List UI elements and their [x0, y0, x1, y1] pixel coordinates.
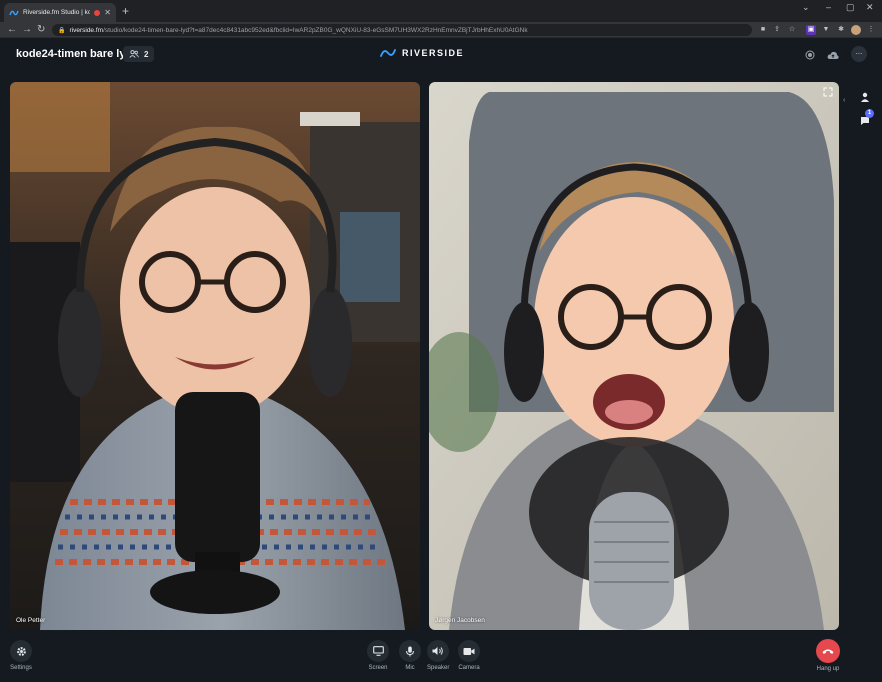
people-panel-button[interactable] — [856, 88, 874, 106]
screen-share-button[interactable]: Screen — [367, 640, 389, 671]
participant-video-feed — [429, 82, 839, 630]
hang-up-label: Hang up — [816, 666, 840, 672]
extension-icon[interactable]: ▣ — [806, 25, 816, 35]
mic-button[interactable]: Mic — [399, 640, 421, 671]
bookmark-star-icon[interactable]: ☆ — [787, 25, 797, 35]
studio-header: kode24-timen bare lyd 2 RIVERSIDE ... — [0, 38, 882, 72]
new-tab-button[interactable]: + — [122, 3, 129, 19]
browser-tab-strip: Riverside.fm Studio | kode24 ✕ + ⌄ – ▢ ✕ — [0, 0, 882, 22]
speaker-button[interactable]: Speaker — [427, 640, 449, 671]
forward-arrow-icon[interactable]: → — [22, 23, 32, 37]
address-url: riverside.fm/studio/kode24-timen-bare-ly… — [69, 27, 527, 34]
riverside-favicon-icon — [9, 8, 19, 18]
video-tile-guest[interactable]: Jørgen Jacobsen — [429, 82, 839, 630]
participants-button[interactable]: 2 — [123, 46, 155, 62]
hang-up-button[interactable]: Hang up — [816, 639, 840, 672]
tab-search-icon[interactable]: ⌄ — [802, 2, 810, 13]
settings-button-circle[interactable] — [10, 640, 32, 662]
extensions-puzzle-icon[interactable]: ✱ — [836, 25, 846, 35]
share-icon[interactable]: ⇪ — [772, 25, 782, 35]
lock-icon: 🔒 — [58, 27, 66, 34]
window-minimize-button[interactable]: – — [826, 2, 831, 12]
address-bar[interactable]: 🔒 riverside.fm/studio/kode24-timen-bare-… — [52, 24, 752, 36]
call-controls: Settings Screen Mic Speaker Camera Hang … — [0, 634, 882, 682]
mic-button-circle[interactable] — [399, 640, 421, 662]
camera-button-circle[interactable] — [458, 640, 480, 662]
hang-up-button-circle[interactable] — [816, 639, 840, 663]
riverside-logo: RIVERSIDE — [380, 48, 464, 58]
profile-avatar[interactable] — [851, 25, 861, 35]
tab-close-icon[interactable]: ✕ — [104, 8, 111, 17]
url-path: /studio/kode24-timen-bare-lyd?t=a87dec4c… — [103, 26, 528, 34]
camera-permission-icon[interactable]: ■ — [758, 25, 768, 35]
video-camera-icon — [463, 647, 475, 655]
window-close-button[interactable]: ✕ — [866, 2, 874, 13]
people-icon — [129, 50, 139, 58]
person-icon — [861, 92, 869, 102]
screen-label: Screen — [368, 665, 388, 671]
fullscreen-icon[interactable] — [823, 87, 833, 97]
monitor-icon — [372, 646, 384, 656]
screen-button-circle[interactable] — [367, 640, 389, 662]
camera-button[interactable]: Camera — [458, 640, 480, 671]
back-arrow-icon[interactable]: ← — [7, 23, 17, 37]
browser-tab-title: Riverside.fm Studio | kode24 — [23, 9, 91, 16]
browser-menu-icon[interactable]: ⋮ — [866, 25, 876, 35]
recording-indicator-icon — [94, 9, 101, 16]
reload-icon[interactable]: ↻ — [37, 23, 45, 37]
gear-icon — [16, 646, 26, 656]
logo-text: RIVERSIDE — [402, 48, 465, 58]
browser-tab[interactable]: Riverside.fm Studio | kode24 ✕ — [4, 3, 116, 22]
speaker-label: Speaker — [427, 665, 450, 671]
record-icon[interactable] — [803, 48, 817, 62]
microphone-icon — [406, 646, 414, 656]
participant-count: 2 — [144, 49, 149, 59]
speaker-button-circle[interactable] — [427, 640, 450, 662]
video-tile-host[interactable]: Ole Petter — [10, 82, 420, 630]
settings-button[interactable]: Settings — [10, 640, 32, 671]
browser-toolbar: ← → ↻ 🔒 riverside.fm/studio/kode24-timen… — [0, 22, 882, 38]
more-options-button[interactable]: ... — [851, 46, 867, 62]
extension-v-icon[interactable]: ▼ — [821, 25, 831, 35]
cloud-upload-icon[interactable] — [826, 48, 840, 62]
camera-label: Camera — [458, 665, 480, 671]
chat-unread-badge: 1 — [865, 109, 874, 118]
speaker-icon — [432, 647, 443, 655]
settings-label: Settings — [10, 665, 32, 671]
chat-panel-button[interactable]: 1 — [856, 109, 874, 130]
mic-label: Mic — [405, 665, 415, 671]
window-maximize-button[interactable]: ▢ — [846, 2, 855, 13]
participant-name-label: Jørgen Jacobsen — [435, 617, 485, 624]
room-title: kode24-timen bare lyd — [16, 48, 133, 60]
riverside-wave-icon — [380, 49, 396, 57]
participant-video-feed — [10, 82, 420, 630]
participant-name-label: Ole Petter — [16, 617, 46, 624]
phone-hangup-icon — [822, 649, 834, 654]
url-host: riverside.fm — [69, 26, 104, 34]
side-rail: 1 — [848, 80, 882, 630]
